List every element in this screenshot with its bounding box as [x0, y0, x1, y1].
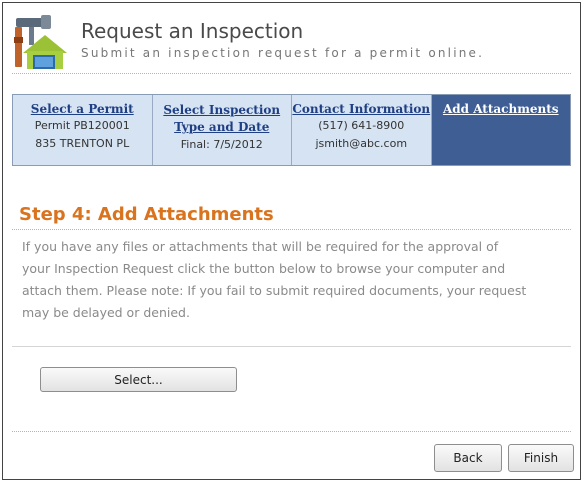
heading-divider — [12, 229, 571, 230]
step-select-permit[interactable]: Select a Permit Permit PB120001 835 TREN… — [13, 95, 153, 165]
tools-house-icon — [14, 15, 67, 69]
step-detail: (517) 641-8900 — [318, 119, 405, 132]
instructions-line: your Inspection Request click the button… — [22, 261, 506, 276]
step-select-inspection[interactable]: Select Inspection Type and Date Final: 7… — [153, 95, 292, 165]
step-title[interactable]: Type and Date — [153, 119, 292, 136]
header-divider — [12, 73, 571, 74]
step-detail: Permit PB120001 — [34, 119, 130, 132]
step-heading: Step 4: Add Attachments — [19, 204, 274, 225]
select-files-button[interactable]: Select... — [40, 367, 237, 392]
step-detail: Final: 7/5/2012 — [180, 138, 263, 151]
finish-button[interactable]: Finish — [508, 444, 574, 472]
step-title[interactable]: Select Inspection — [153, 102, 292, 119]
step-contact-information[interactable]: Contact Information (517) 641-8900 jsmit… — [292, 95, 432, 165]
wizard-steps: Select a Permit Permit PB120001 835 TREN… — [12, 94, 571, 166]
step-detail: jsmith@abc.com — [315, 137, 408, 150]
step-detail: 835 TRENTON PL — [35, 137, 130, 150]
step-title[interactable]: Add Attachments — [432, 102, 571, 117]
content-divider — [12, 346, 571, 347]
page-subtitle: Submit an inspection request for a permi… — [81, 46, 485, 60]
inspection-request-window: Request an Inspection Submit an inspecti… — [2, 2, 581, 480]
step-title[interactable]: Select a Permit — [13, 102, 152, 117]
instructions-text: If you have any files or attachments tha… — [22, 236, 562, 324]
step-add-attachments[interactable]: Add Attachments — [431, 95, 571, 165]
instructions-line: attach them. Please note: If you fail to… — [22, 283, 527, 298]
page-header: Request an Inspection Submit an inspecti… — [11, 13, 572, 69]
instructions-line: If you have any files or attachments tha… — [22, 239, 499, 254]
footer-divider — [12, 431, 571, 432]
step-title[interactable]: Contact Information — [292, 102, 431, 117]
instructions-line: may be delayed or denied. — [22, 305, 190, 320]
back-button[interactable]: Back — [434, 444, 502, 472]
page-title: Request an Inspection — [81, 19, 304, 43]
